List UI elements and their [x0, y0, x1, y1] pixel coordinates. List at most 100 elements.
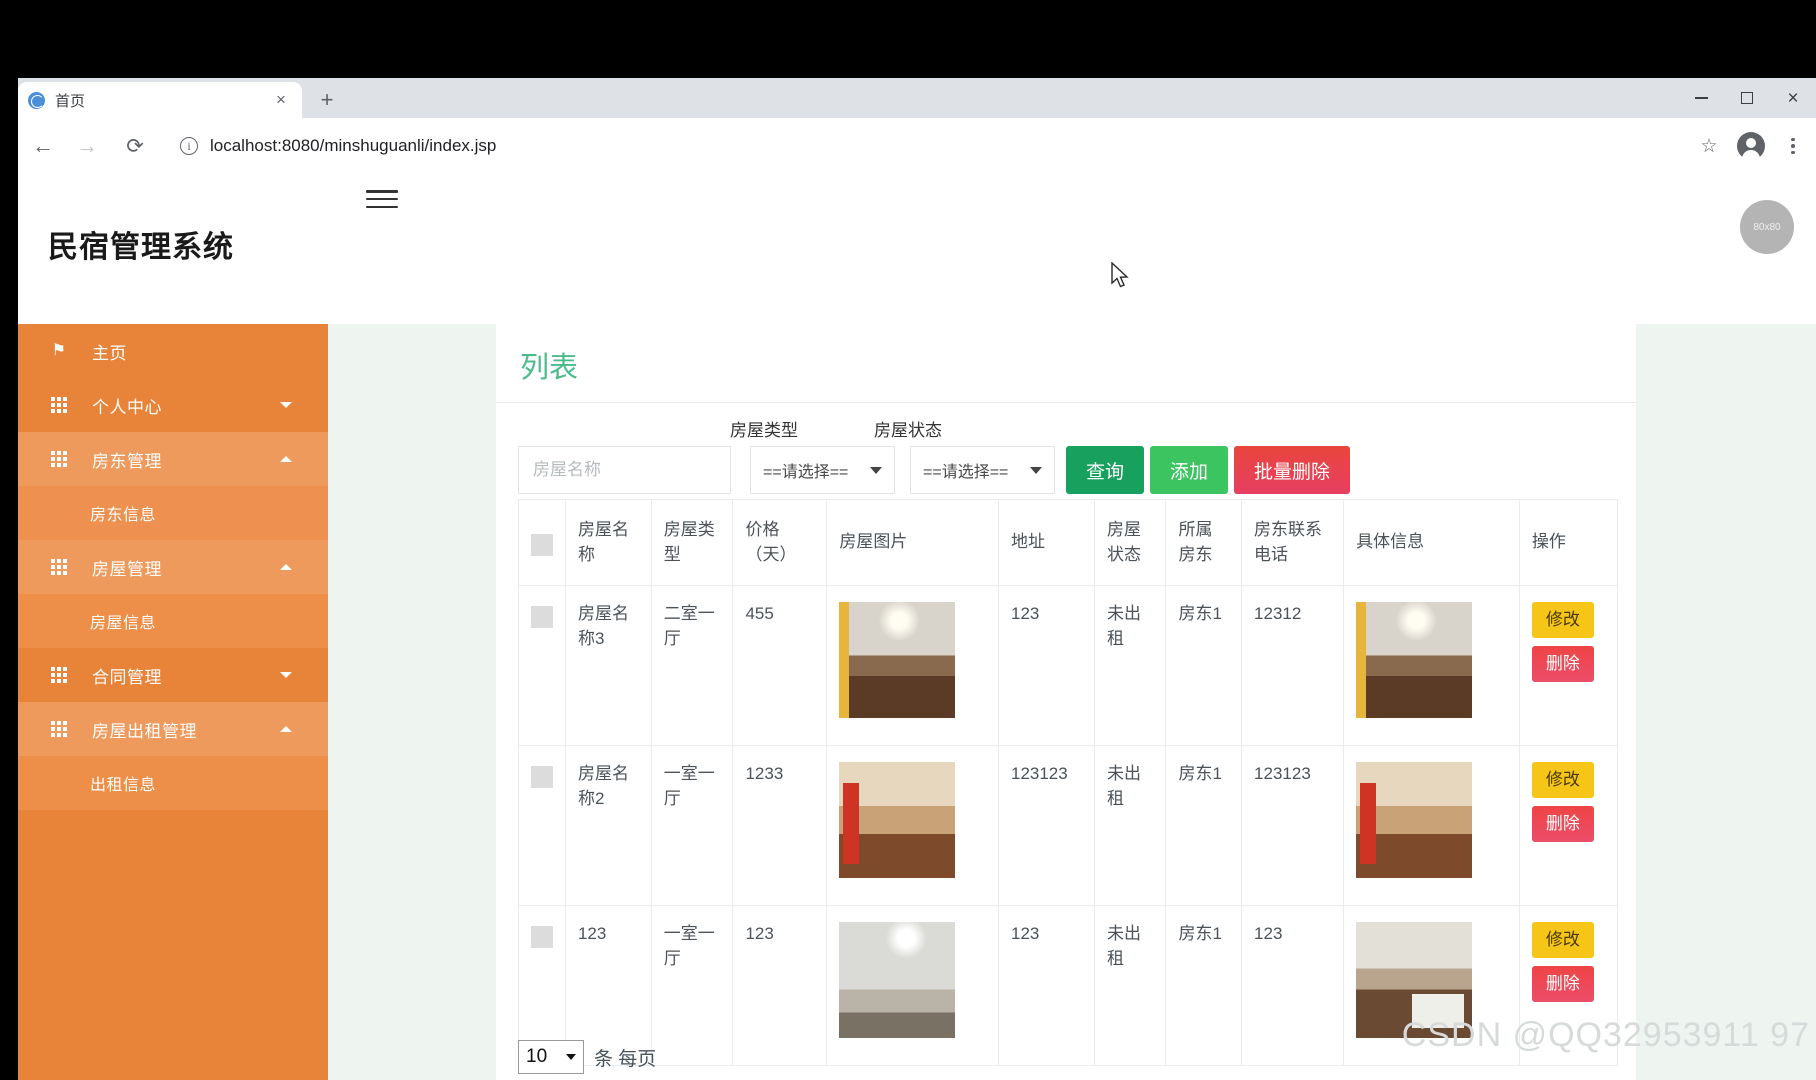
browser-tabstrip: 首页 × + × — [18, 78, 1816, 118]
cell-address: 123 — [997, 905, 1095, 1066]
row-checkbox[interactable] — [531, 766, 553, 788]
address-bar[interactable]: i localhost:8080/minshuguanli/index.jsp — [168, 129, 1690, 163]
minimize-button[interactable] — [1678, 78, 1724, 118]
sidebar-item-label: 房东管理 — [92, 451, 162, 471]
edit-button[interactable]: 修改 — [1531, 762, 1594, 798]
back-button[interactable]: ← — [24, 127, 62, 165]
sidebar-item-label: 出租信息 — [90, 777, 157, 794]
sidebar-item-0[interactable]: ⚑ 主页 — [18, 324, 328, 378]
add-button[interactable]: 添加 — [1150, 446, 1228, 494]
avatar[interactable]: 80x80 — [1740, 200, 1794, 254]
cell-price: 123 — [732, 905, 828, 1066]
room-photo-room[interactable] — [839, 922, 956, 1038]
window-close-button[interactable]: × — [1770, 78, 1816, 118]
chevron-down-icon — [870, 466, 882, 474]
cell-price: 455 — [732, 585, 828, 746]
profile-avatar-icon[interactable] — [1732, 127, 1770, 165]
cell-house-type: 一室一厅 — [650, 745, 734, 906]
new-tab-button[interactable]: + — [314, 88, 340, 114]
edit-button[interactable]: 修改 — [1531, 602, 1594, 638]
sidebar-item-6[interactable]: 合同管理 — [18, 648, 328, 702]
column-header: 房屋名称 — [564, 499, 652, 586]
hamburger-menu-icon[interactable] — [366, 186, 398, 212]
watermark: CSDN @QQ32953911 97 — [1401, 1016, 1810, 1054]
list-card: 列表 房屋类型 房屋状态 房屋名称 ==请选择== ==请选择== 查询 添加 … — [496, 324, 1636, 1080]
cell-phone: 123123 — [1241, 745, 1345, 906]
room-photo-hall[interactable] — [839, 602, 956, 718]
column-header: 房屋类型 — [650, 499, 734, 586]
table-row: 房屋名称3 二室一厅 455 123 未出租 房东1 12312 修改 删除 — [518, 585, 1619, 746]
house-type-select[interactable]: ==请选择== — [750, 446, 895, 494]
column-header: 房东联系电话 — [1241, 499, 1345, 586]
select-all-header — [518, 499, 566, 586]
chevron-down-icon — [566, 1054, 576, 1060]
url-text: localhost:8080/minshuguanli/index.jsp — [210, 136, 497, 155]
sidebar-item-1[interactable]: 个人中心 — [18, 378, 328, 432]
sidebar-item-4[interactable]: 房屋管理 — [18, 540, 328, 594]
cell-owner: 房东1 — [1165, 745, 1243, 906]
chevron-up-icon — [280, 564, 292, 570]
reload-icon[interactable]: ⟳ — [116, 127, 154, 165]
row-select-cell — [518, 745, 566, 906]
room-photo-bed[interactable] — [839, 762, 956, 878]
house-status-select-value: ==请选择== — [923, 464, 1009, 481]
grid-icon — [48, 721, 70, 737]
per-page-label: 条 每页 — [594, 1048, 657, 1070]
sidebar-item-5[interactable]: 房屋信息 — [18, 594, 328, 648]
sidebar-item-label: 主页 — [92, 343, 127, 363]
cell-price: 1233 — [732, 745, 828, 906]
sidebar-item-8[interactable]: 出租信息 — [18, 756, 328, 810]
row-checkbox[interactable] — [531, 926, 553, 948]
maximize-button[interactable] — [1724, 78, 1770, 118]
delete-button[interactable]: 删除 — [1531, 966, 1594, 1002]
cell-phone: 123 — [1241, 905, 1345, 1066]
column-header: 地址 — [997, 499, 1095, 586]
cell-house-name: 房屋名称2 — [564, 745, 652, 906]
cell-status: 未出租 — [1093, 585, 1167, 746]
sidebar-item-2[interactable]: 房东管理 — [18, 432, 328, 486]
page-size-select[interactable]: 10 — [518, 1040, 584, 1074]
page-title: 民宿管理系统 — [48, 231, 234, 264]
chevron-down-icon — [1030, 466, 1042, 474]
sidebar-item-label: 房屋出租管理 — [92, 721, 197, 741]
cell-house-image — [826, 905, 999, 1066]
column-header: 房屋图片 — [826, 499, 999, 586]
room-photo-bed[interactable] — [1356, 762, 1473, 878]
table-head: 房屋名称 房屋类型 价格（天） 房屋图片 地址 房屋状态 所属房东 房东联系电话 具体信息 操作 — [518, 499, 1619, 586]
browser-tab[interactable]: 首页 × — [18, 82, 302, 118]
grid-icon — [48, 667, 70, 683]
cell-operations: 修改 删除 — [1518, 585, 1619, 746]
column-header: 具体信息 — [1343, 499, 1520, 586]
batch-delete-button[interactable]: 批量删除 — [1234, 446, 1350, 494]
chevron-down-icon — [280, 672, 292, 678]
house-type-label: 房屋类型 — [730, 421, 798, 440]
column-header: 价格（天） — [732, 499, 828, 586]
chevron-up-icon — [280, 456, 292, 462]
house-status-select[interactable]: ==请选择== — [910, 446, 1055, 494]
select-all-checkbox[interactable] — [531, 533, 553, 556]
house-name-input[interactable]: 房屋名称 — [518, 446, 731, 494]
divider — [496, 402, 1636, 403]
row-checkbox[interactable] — [531, 606, 553, 628]
grid-icon — [48, 559, 70, 575]
room-photo-hall[interactable] — [1356, 602, 1473, 718]
sidebar-item-7[interactable]: 房屋出租管理 — [18, 702, 328, 756]
query-button[interactable]: 查询 — [1066, 446, 1144, 494]
browser-menu-icon[interactable] — [1774, 127, 1812, 165]
cell-house-type: 二室一厅 — [650, 585, 734, 746]
edit-button[interactable]: 修改 — [1531, 922, 1594, 958]
sidebar-item-label: 房屋信息 — [90, 615, 157, 632]
close-icon[interactable]: × — [270, 89, 292, 111]
app-header: 民宿管理系统 80x80 — [18, 174, 1816, 324]
chevron-down-icon — [280, 402, 292, 408]
cell-owner: 房东1 — [1165, 905, 1243, 1066]
column-header: 房屋状态 — [1093, 499, 1167, 586]
content-area: 列表 房屋类型 房屋状态 房屋名称 ==请选择== ==请选择== 查询 添加 … — [328, 324, 1816, 1080]
bookmark-icon[interactable]: ☆ — [1690, 127, 1728, 165]
forward-button[interactable]: → — [68, 127, 106, 165]
sidebar-item-3[interactable]: 房东信息 — [18, 486, 328, 540]
house-type-select-value: ==请选择== — [763, 464, 849, 481]
info-icon[interactable]: i — [180, 137, 198, 155]
delete-button[interactable]: 删除 — [1531, 646, 1594, 682]
delete-button[interactable]: 删除 — [1531, 806, 1594, 842]
